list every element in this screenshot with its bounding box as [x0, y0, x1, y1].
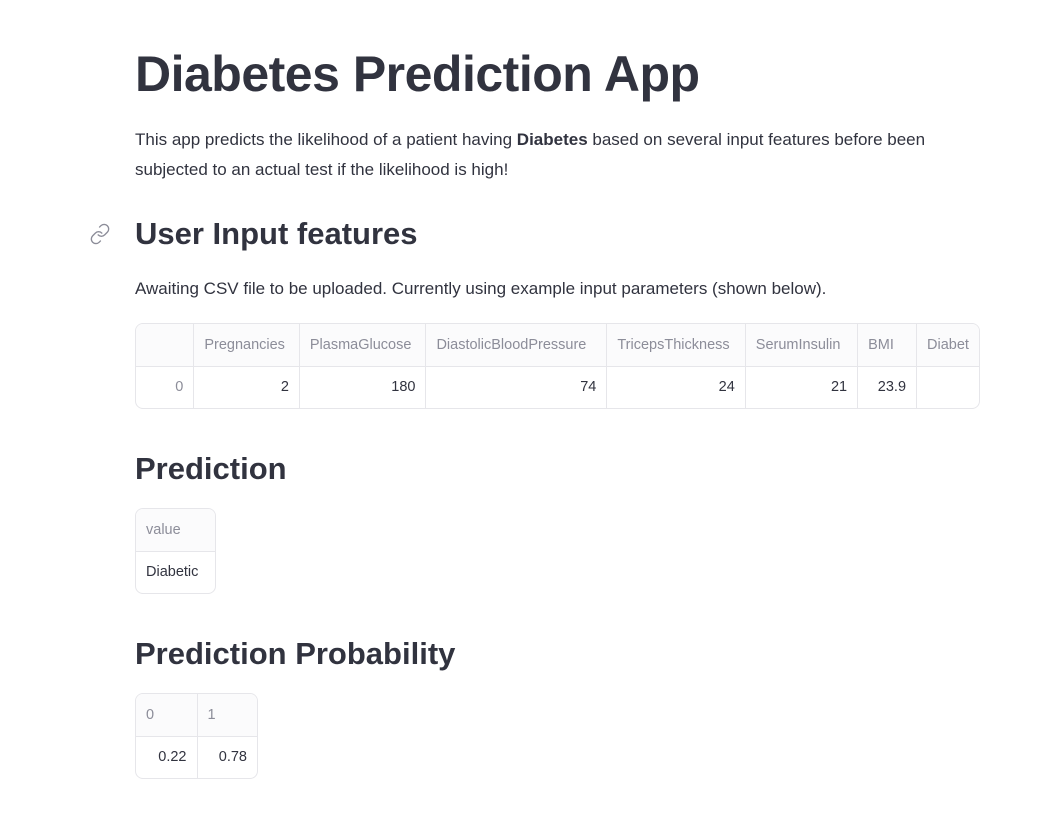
cell-diastolicbloodpressure[interactable]: 74	[425, 366, 608, 408]
column-header-bmi[interactable]: BMI	[857, 324, 918, 367]
probability-table: 0 1 0.22 0.78	[136, 694, 257, 778]
csv-status-note: Awaiting CSV file to be uploaded. Curren…	[135, 279, 827, 298]
prediction-heading: Prediction	[135, 451, 287, 486]
index-header	[136, 324, 195, 367]
cell-plasmaglucose[interactable]: 180	[299, 366, 427, 408]
cell-seruminsulin[interactable]: 21	[745, 366, 859, 408]
user-input-table: Pregnancies PlasmaGlucose DiastolicBlood…	[136, 324, 979, 408]
cell-bmi[interactable]: 23.9	[857, 366, 918, 408]
cell-prediction-value[interactable]: Diabetic	[136, 551, 215, 593]
prediction-dataframe[interactable]: value Diabetic	[135, 508, 216, 594]
column-header-tricepsthickness[interactable]: TricepsThickness	[606, 324, 746, 367]
intro-text-bold: Diabetes	[516, 130, 588, 149]
cell-probability-class-1[interactable]: 0.78	[197, 736, 257, 778]
table-header-row: 0 1	[136, 694, 257, 737]
probability-dataframe[interactable]: 0 1 0.22 0.78	[135, 693, 258, 779]
intro-text-start: This app predicts the likelihood of a pa…	[135, 130, 517, 149]
user-input-heading: User Input features	[135, 216, 418, 251]
column-header-class-1[interactable]: 1	[197, 694, 257, 737]
column-header-diastolicbloodpressure[interactable]: DiastolicBloodPressure	[425, 324, 608, 367]
column-header-pregnancies[interactable]: Pregnancies	[193, 324, 300, 367]
cell-pregnancies[interactable]: 2	[193, 366, 300, 408]
intro-text: This app predicts the likelihood of a pa…	[135, 125, 980, 185]
probability-heading: Prediction Probability	[135, 636, 456, 671]
table-row: Diabetic	[136, 551, 215, 593]
table-header-row: value	[136, 509, 215, 552]
column-header-value[interactable]: value	[136, 509, 215, 552]
column-header-plasmaglucose[interactable]: PlasmaGlucose	[299, 324, 427, 367]
page-title: Diabetes Prediction App	[135, 46, 700, 102]
table-row: 0 2 180 74 24 21 23.9	[136, 366, 979, 408]
column-header-diabetes-truncated[interactable]: Diabet	[916, 324, 979, 367]
cell-probability-class-0[interactable]: 0.22	[136, 736, 198, 778]
cell-tricepsthickness[interactable]: 24	[606, 366, 746, 408]
user-input-dataframe[interactable]: Pregnancies PlasmaGlucose DiastolicBlood…	[135, 323, 980, 409]
link-icon[interactable]	[89, 223, 111, 245]
column-header-seruminsulin[interactable]: SerumInsulin	[745, 324, 859, 367]
prediction-table: value Diabetic	[136, 509, 215, 593]
cell-diabetes-truncated[interactable]	[917, 366, 979, 408]
column-header-class-0[interactable]: 0	[136, 694, 198, 737]
row-index: 0	[136, 366, 195, 408]
table-row: 0.22 0.78	[136, 736, 257, 778]
table-header-row: Pregnancies PlasmaGlucose DiastolicBlood…	[136, 324, 979, 367]
